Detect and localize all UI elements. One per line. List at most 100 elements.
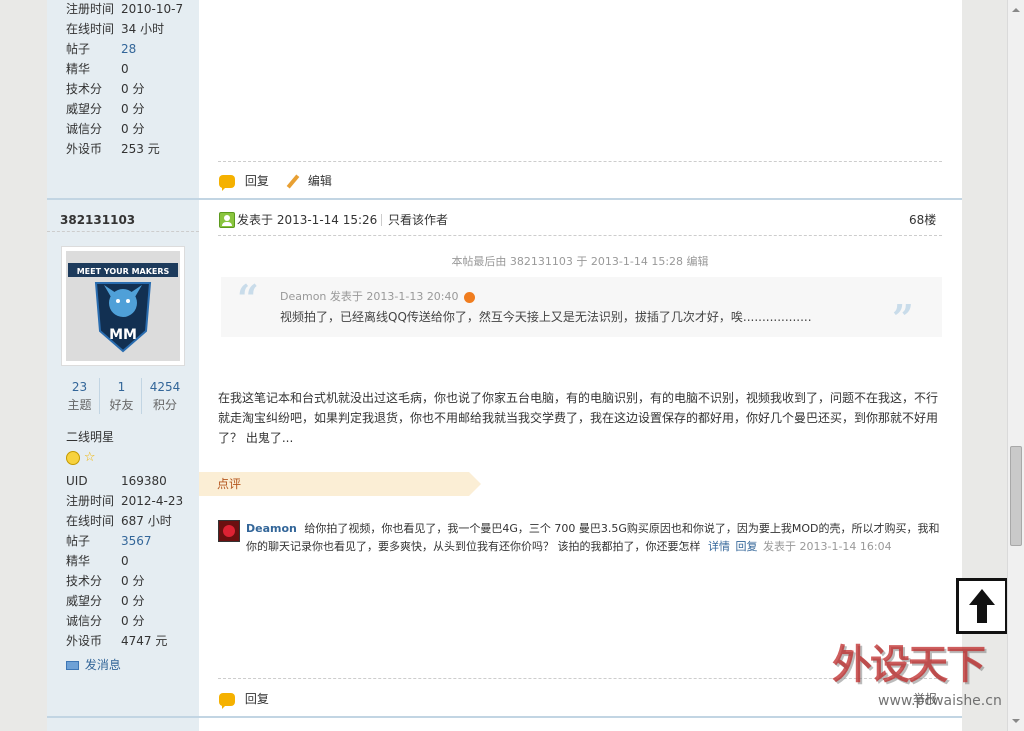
rank-icons: ☆ bbox=[66, 450, 95, 466]
profile-value: 0 分 bbox=[121, 614, 145, 628]
edit-button[interactable]: 编辑 bbox=[286, 172, 332, 190]
profile-key: 精华 bbox=[66, 62, 91, 76]
stat-threads[interactable]: 23 主题 bbox=[60, 378, 100, 414]
star-icon: ☆ bbox=[83, 450, 96, 465]
quote-text: 视频拍了，已经离线QQ传送给你了，然互今天接上又是无法识别，拔插了几次才好，唉.… bbox=[280, 310, 812, 324]
profile-row: 威望分 0 分 bbox=[66, 99, 144, 119]
floor-number[interactable]: 68楼 bbox=[909, 212, 936, 228]
profile-key: 诚信分 bbox=[66, 122, 103, 136]
author-sidebar: 注册时间 2010-10-7 在线时间 34 小时 帖子 28 精华 0 技术分 0 分威望分 0 … bbox=[47, 0, 199, 199]
profile-value: 0 分 bbox=[121, 574, 145, 588]
profile-row: 注册时间 2010-10-7 bbox=[66, 0, 183, 19]
scroll-down-arrow[interactable] bbox=[1012, 719, 1020, 727]
reply-button[interactable]: 回复 bbox=[219, 172, 269, 191]
profile-value: 0 分 bbox=[121, 102, 145, 116]
profile-row: 技术分 0 分 bbox=[66, 79, 144, 99]
quote-author: Deamon 发表于 2013-1-13 20:40 bbox=[280, 289, 476, 305]
profile-value: 0 bbox=[121, 62, 129, 76]
profile-row: 诚信分 0 分 bbox=[66, 611, 144, 631]
user-stats: 23 主题 1 好友 4254 积分 bbox=[60, 378, 186, 414]
profile-key: 帖子 bbox=[66, 534, 91, 548]
profile-key: 注册时间 bbox=[66, 494, 115, 508]
comment-item: Deamon 给你拍了视频，你也看见了，我一个曼巴4G，三个 700 曼巴3.5… bbox=[246, 522, 940, 553]
svg-text:MEET YOUR MAKERS: MEET YOUR MAKERS bbox=[77, 267, 170, 276]
svg-text:MM: MM bbox=[109, 327, 137, 343]
profile-row: 技术分 0 分 bbox=[66, 571, 144, 591]
profile-value: 0 分 bbox=[121, 82, 145, 96]
stat-points[interactable]: 4254 积分 bbox=[144, 378, 186, 414]
send-message-link[interactable]: 发消息 bbox=[66, 656, 121, 674]
online-status-icon bbox=[219, 212, 235, 228]
site-watermark: 外设天下 www.pcwaishe.cn bbox=[832, 642, 1002, 709]
username[interactable]: 382131103 bbox=[60, 213, 135, 227]
profile-row: 外设币 253 元 bbox=[66, 139, 160, 159]
profile-row: 在线时间 34 小时 bbox=[66, 19, 164, 39]
profile-row: 在线时间 687 小时 bbox=[66, 511, 172, 531]
sun-icon bbox=[66, 450, 80, 465]
quote-block: “ Deamon 发表于 2013-1-13 20:40 视频拍了，已经离线QQ… bbox=[221, 276, 942, 341]
quote-open-icon: “ bbox=[237, 276, 259, 321]
stat-friends[interactable]: 1 好友 bbox=[102, 378, 142, 414]
profile-value: 0 分 bbox=[121, 594, 145, 608]
profile-value: 34 小时 bbox=[121, 22, 165, 36]
pencil-icon bbox=[286, 175, 300, 189]
profile-row: 帖子 3567 bbox=[66, 531, 152, 551]
commenter-avatar[interactable] bbox=[218, 520, 240, 542]
comment-reply-link[interactable]: 回复 bbox=[736, 540, 758, 553]
reply-button[interactable]: 回复 bbox=[219, 690, 269, 709]
quote-close-icon: ” bbox=[892, 296, 914, 341]
post-body: 在我这笔记本和台式机就没出过这毛病，你也说了你家五台电脑，有的电脑识别，有的电脑… bbox=[218, 391, 939, 445]
comment-user[interactable]: Deamon bbox=[246, 522, 297, 535]
profile-value: 0 分 bbox=[121, 122, 145, 136]
back-to-top-button[interactable] bbox=[956, 578, 1008, 634]
profile-value: 4747 元 bbox=[121, 634, 168, 648]
edit-note: 本帖最后由 382131103 于 2013-1-14 15:28 编辑 bbox=[451, 255, 709, 268]
profile-key: 诚信分 bbox=[66, 614, 103, 628]
avatar-image: MEET YOUR MAKERS MM bbox=[66, 251, 180, 361]
profile-row: 精华 0 bbox=[66, 551, 129, 571]
profile-value[interactable]: 3567 bbox=[121, 534, 152, 548]
profile-value: 2012-4-23 bbox=[121, 494, 184, 508]
profile-value: 2010-10-7 bbox=[121, 2, 184, 16]
page-scrollbar[interactable] bbox=[1007, 0, 1024, 731]
scrollbar-thumb[interactable] bbox=[1010, 446, 1022, 546]
reply-icon bbox=[219, 693, 235, 709]
comment-detail-link[interactable]: 详情 bbox=[708, 540, 730, 553]
profile-key: 威望分 bbox=[66, 102, 103, 116]
scroll-up-arrow[interactable] bbox=[1012, 4, 1020, 12]
profile-key: 帖子 bbox=[66, 42, 91, 56]
profile-key: 外设币 bbox=[66, 634, 103, 648]
profile-row: UID 169380 bbox=[66, 471, 167, 491]
author-sidebar: 382131103 MEET YOUR MAKERS MM 23 主题 1 好友 bbox=[47, 200, 199, 731]
profile-row: 威望分 0 分 bbox=[66, 591, 144, 611]
arrow-up-icon bbox=[969, 589, 995, 623]
profile-row: 外设币 4747 元 bbox=[66, 631, 167, 651]
profile-key: 在线时间 bbox=[66, 22, 115, 36]
profile-value: 687 小时 bbox=[121, 514, 172, 528]
profile-value: 169380 bbox=[121, 474, 167, 488]
profile-key: 注册时间 bbox=[66, 2, 115, 16]
profile-row: 帖子 28 bbox=[66, 39, 136, 59]
post-divider bbox=[47, 716, 962, 718]
profile-key: 在线时间 bbox=[66, 514, 115, 528]
avatar[interactable]: MEET YOUR MAKERS MM bbox=[61, 246, 185, 366]
profile-row: 诚信分 0 分 bbox=[66, 119, 144, 139]
user-rank: 二线明星 bbox=[66, 430, 115, 444]
only-author-link[interactable]: 只看该作者 bbox=[388, 212, 448, 228]
profile-key: 技术分 bbox=[66, 574, 103, 588]
thread-page: 注册时间 2010-10-7 在线时间 34 小时 帖子 28 精华 0 技术分 0 分威望分 0 … bbox=[47, 0, 962, 731]
profile-key: 外设币 bbox=[66, 142, 103, 156]
profile-key: 技术分 bbox=[66, 82, 103, 96]
divider-line bbox=[218, 161, 942, 162]
jump-to-post-icon[interactable] bbox=[464, 291, 476, 303]
post-time: 发表于 2013-1-14 15:26 bbox=[237, 213, 378, 227]
profile-row: 注册时间 2012-4-23 bbox=[66, 491, 183, 511]
comment-time: 发表于 2013-1-14 16:04 bbox=[763, 540, 892, 553]
profile-key: 威望分 bbox=[66, 594, 103, 608]
profile-value: 253 元 bbox=[121, 142, 160, 156]
profile-row: 精华 0 bbox=[66, 59, 129, 79]
comment-section-header: 点评 bbox=[199, 472, 481, 496]
profile-value: 0 bbox=[121, 554, 129, 568]
profile-value[interactable]: 28 bbox=[121, 42, 136, 56]
envelope-icon bbox=[66, 661, 79, 670]
